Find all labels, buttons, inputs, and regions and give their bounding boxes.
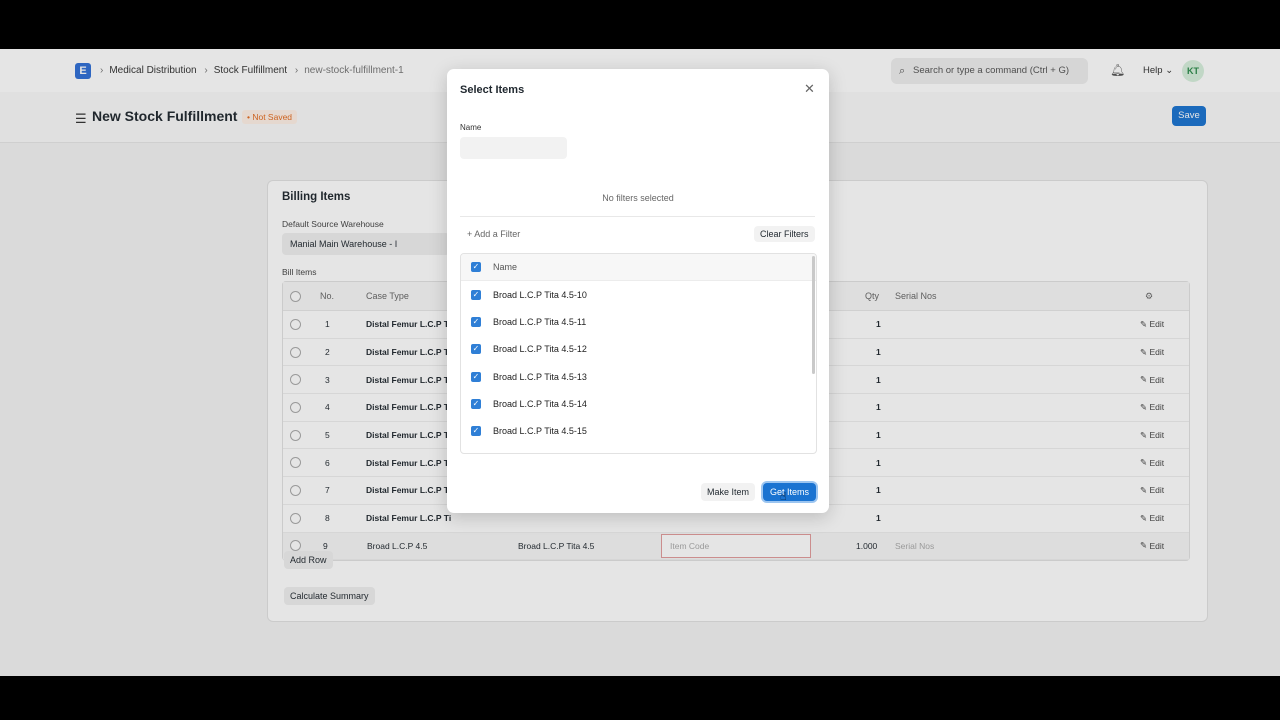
app-screen: E › Medical Distribution › Stock Fulfillme… — [0, 49, 1280, 676]
scrollbar[interactable] — [812, 256, 815, 374]
item-checkbox[interactable]: ✓ — [471, 316, 481, 327]
list-item[interactable]: ✓ Broad L.C.P Tita 4.5-13 — [461, 363, 816, 390]
list-item[interactable]: ✓ Broad L.C.P Tita 4.5-12 — [461, 336, 816, 363]
name-filter-input[interactable] — [460, 137, 567, 159]
item-checkbox[interactable]: ✓ — [471, 289, 481, 300]
item-checkbox[interactable]: ✓ — [471, 426, 481, 437]
items-list: ✓ Name ✓ Broad L.C.P Tita 4.5-10 ✓ Broad L.… — [460, 253, 817, 454]
get-items-button[interactable]: Get Items — [763, 483, 817, 501]
add-filter-button[interactable]: + Add a Filter — [467, 229, 520, 239]
item-name: Broad L.C.P Tita 4.5-15 — [493, 426, 587, 437]
list-item[interactable]: ✓ Broad L.C.P Tita 4.5-10 — [461, 281, 816, 308]
item-checkbox[interactable]: ✓ — [471, 371, 481, 382]
item-name: Broad L.C.P Tita 4.5-11 — [493, 316, 587, 327]
name-filter-label: Name — [460, 123, 482, 132]
item-name: Broad L.C.P Tita 4.5-12 — [493, 344, 587, 355]
list-item[interactable]: ✓ Broad L.C.P Tita 4.5-11 — [461, 308, 816, 335]
item-name: Broad L.C.P Tita 4.5-14 — [493, 398, 587, 409]
item-checkbox[interactable]: ✓ — [471, 398, 481, 409]
divider — [460, 216, 815, 217]
list-item[interactable]: ✓ Broad L.C.P Tita 4.5-15 — [461, 417, 816, 444]
no-filters-text: No filters selected — [602, 193, 674, 203]
dialog-title: Select Items — [460, 84, 525, 96]
select-all-checkbox[interactable]: ✓ — [471, 262, 481, 272]
list-item[interactable]: ✓ Broad L.C.P Tita 4.5-14 — [461, 390, 816, 417]
item-name: Broad L.C.P Tita 4.5-13 — [493, 371, 587, 382]
item-name: Broad L.C.P Tita 4.5-10 — [493, 289, 587, 300]
mouse-cursor-icon: ☝ — [780, 491, 787, 503]
item-checkbox[interactable]: ✓ — [471, 344, 481, 355]
select-items-dialog: Select Items ✕ Name No filters selected … — [447, 69, 829, 513]
close-icon[interactable]: ✕ — [804, 81, 815, 97]
list-header-label: Name — [493, 262, 518, 272]
make-item-button[interactable]: Make Item — [701, 483, 756, 501]
clear-filters-button[interactable]: Clear Filters — [754, 226, 815, 242]
list-header: ✓ Name — [461, 254, 816, 281]
